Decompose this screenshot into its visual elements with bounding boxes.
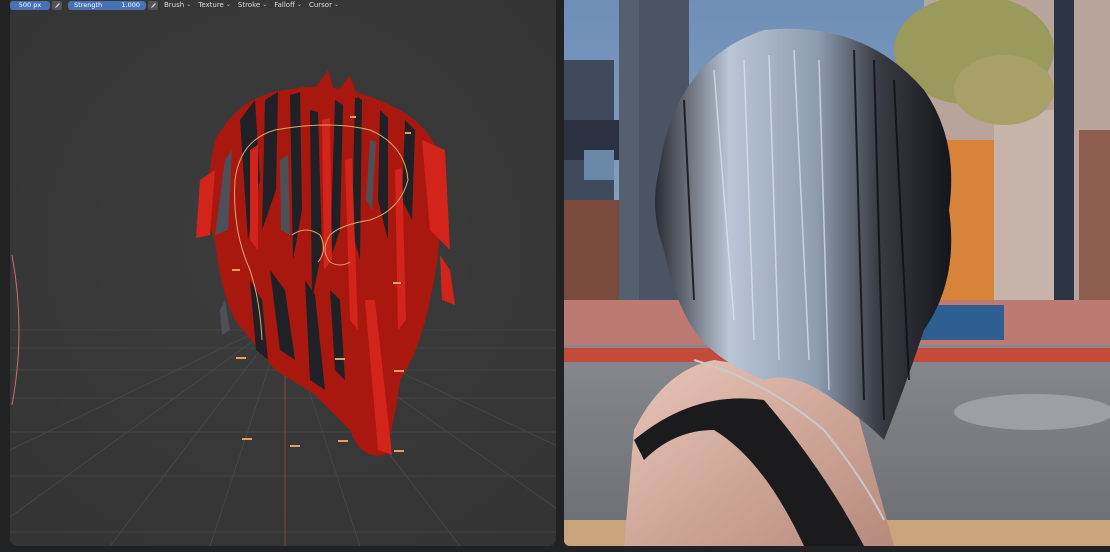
- radius-field[interactable]: 500 px: [10, 0, 50, 10]
- radius-value: 500 px: [18, 0, 42, 9]
- chevron-down-icon: ⌄: [262, 1, 268, 8]
- strength-field[interactable]: Strength 1.000: [68, 0, 146, 10]
- render-preview-image: [564, 0, 1110, 546]
- menu-texture[interactable]: Texture ⌄: [198, 0, 231, 10]
- radius-pressure-button[interactable]: [52, 0, 62, 10]
- chevron-down-icon: ⌄: [333, 1, 339, 8]
- pen-pressure-icon: [54, 2, 60, 8]
- chevron-down-icon: ⌄: [225, 1, 231, 8]
- viewport-scene: [10, 0, 556, 546]
- render-scene: [564, 0, 1110, 546]
- chevron-down-icon: ⌄: [296, 1, 302, 8]
- menu-stroke-label: Stroke: [237, 1, 261, 9]
- menu-stroke[interactable]: Stroke ⌄: [238, 0, 267, 10]
- menu-cursor[interactable]: Cursor ⌄: [309, 0, 339, 10]
- menu-falloff[interactable]: Falloff ⌄: [274, 0, 302, 10]
- menu-brush-label: Brush: [164, 1, 185, 9]
- strength-pressure-button[interactable]: [148, 0, 158, 10]
- menu-brush[interactable]: Brush ⌄: [164, 0, 191, 10]
- chevron-down-icon: ⌄: [186, 1, 192, 8]
- menu-texture-label: Texture: [198, 1, 224, 9]
- app-frame: 500 px Strength 1.000 Brush ⌄ Texture ⌄ …: [0, 0, 1110, 552]
- strength-label: Strength: [74, 0, 103, 9]
- sculpt-toolbar: 500 px Strength 1.000 Brush ⌄ Texture ⌄ …: [10, 0, 556, 10]
- menu-falloff-label: Falloff: [274, 1, 295, 9]
- strength-value: 1.000: [121, 0, 140, 9]
- menu-cursor-label: Cursor: [308, 1, 332, 9]
- 3d-viewport[interactable]: 500 px Strength 1.000 Brush ⌄ Texture ⌄ …: [10, 0, 556, 546]
- pen-pressure-icon: [150, 2, 156, 8]
